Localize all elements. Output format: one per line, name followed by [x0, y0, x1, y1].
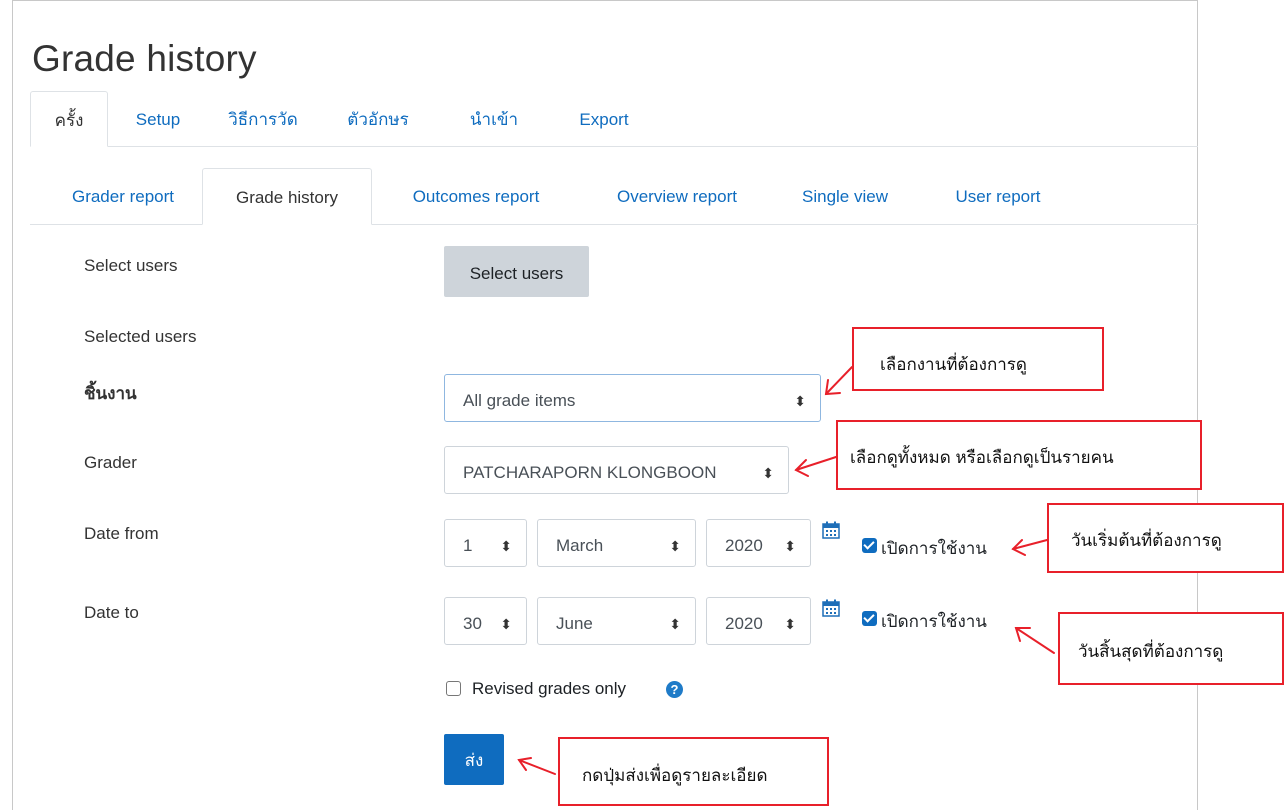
arrow-to-submit — [517, 757, 556, 775]
arrow-to-grader — [794, 456, 837, 477]
arrow-to-date-to — [1014, 627, 1055, 654]
arrow-to-date-from — [1011, 539, 1048, 556]
annotation-arrows — [517, 366, 1055, 775]
arrow-to-grade-item — [824, 366, 853, 396]
